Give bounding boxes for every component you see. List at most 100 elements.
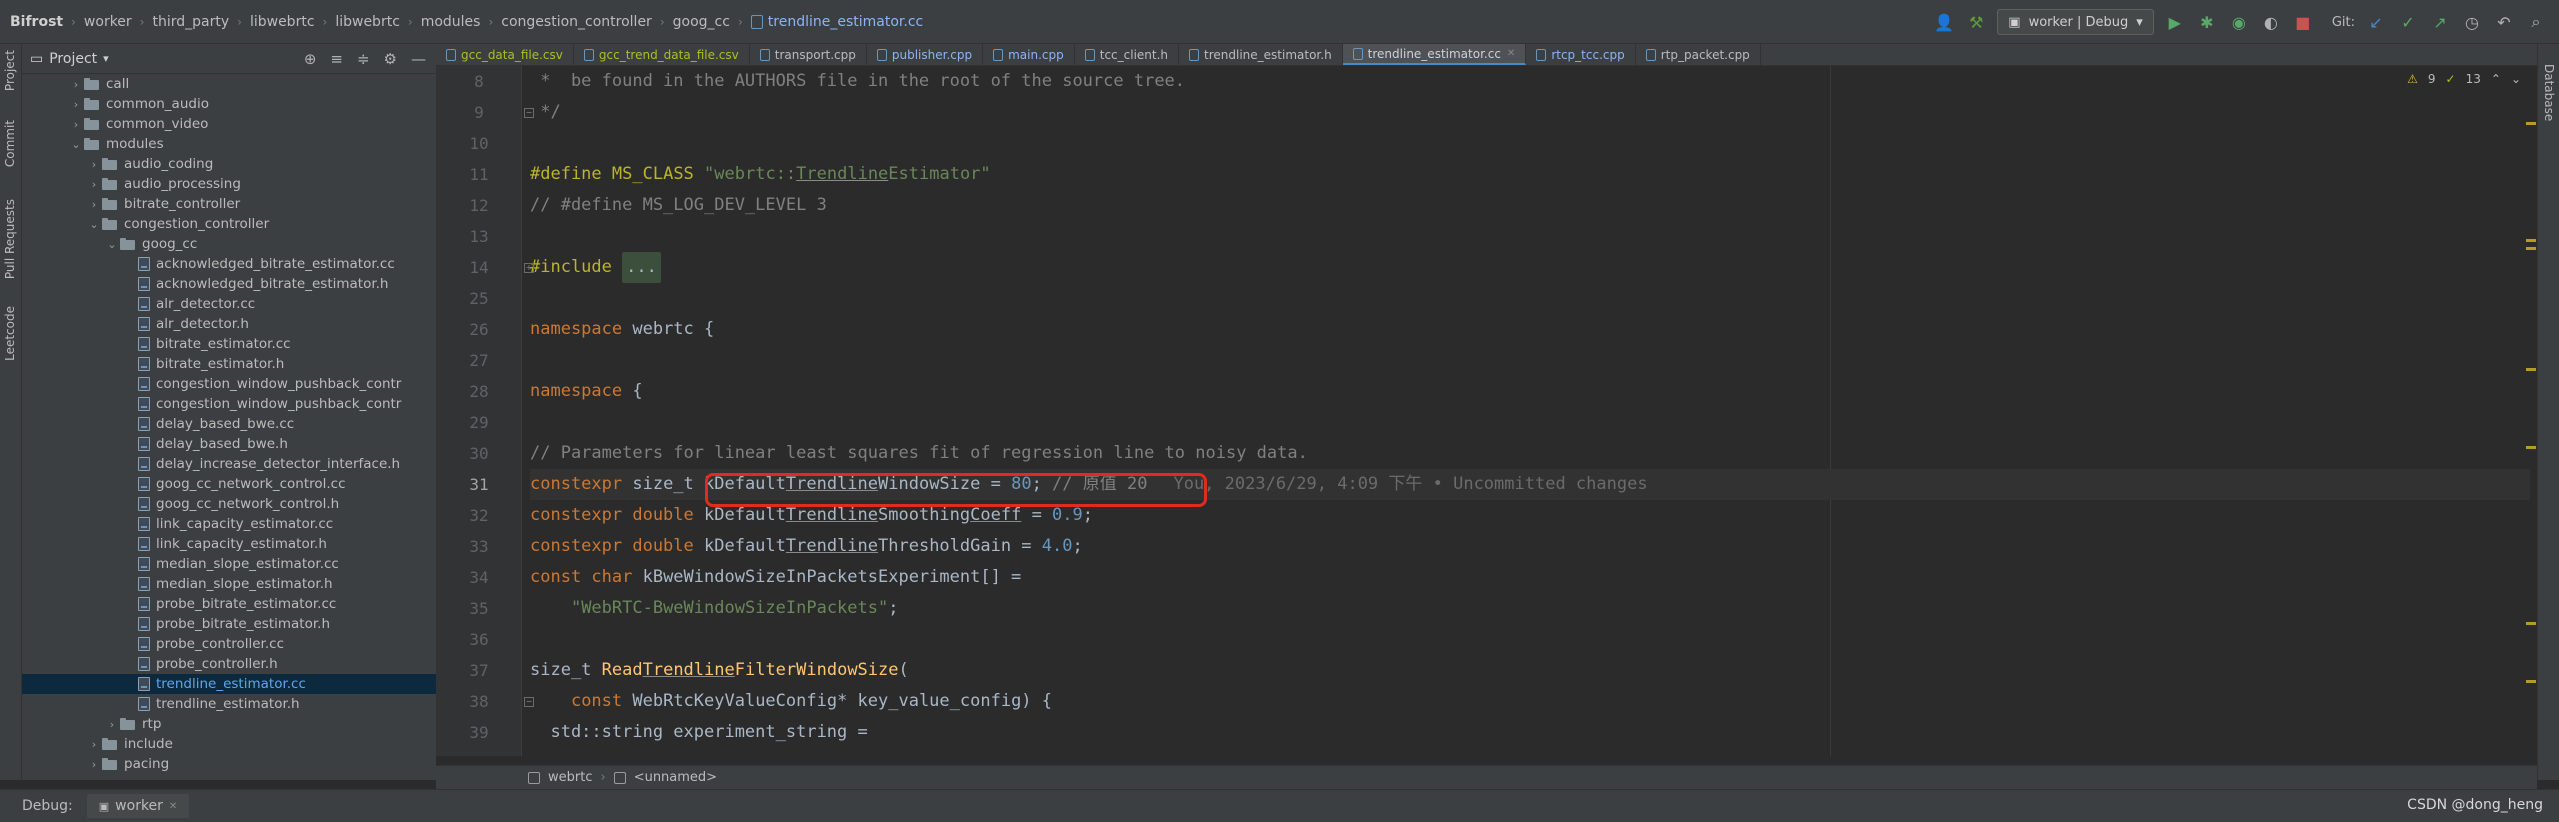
debug-bug-icon[interactable]: ✱ [2196,13,2218,32]
breadcrumb-libwebrtc-inner[interactable]: libwebrtc [335,14,400,30]
project-tool-tab[interactable]: Project [3,50,17,91]
database-tool-tab[interactable]: Database [2542,64,2556,121]
code-breadcrumb-namespace[interactable]: webrtc [548,770,592,785]
chevron-right-icon[interactable]: › [86,738,102,751]
line-number[interactable]: 37 [436,655,522,686]
code-line[interactable]: * be found in the AUTHORS file in the ro… [530,66,2530,97]
code-line[interactable]: #include ... [530,252,2530,283]
chevron-down-icon[interactable]: ⌄ [68,138,84,151]
line-number[interactable]: 31 [436,469,522,500]
tree-folder[interactable]: › include [22,734,436,754]
tree-file[interactable]: alr_detector.cc [22,294,436,314]
tree-file[interactable]: probe_controller.cc [22,634,436,654]
chevron-right-icon[interactable]: › [104,718,120,731]
chevron-down-icon[interactable]: ⌄ [86,218,102,231]
code-line[interactable]: std::string experiment_string = [530,717,2530,748]
error-stripe[interactable] [2526,66,2536,756]
line-number[interactable]: 29 [436,407,522,438]
tree-file[interactable]: delay_based_bwe.h [22,434,436,454]
stripe-mark[interactable] [2526,622,2536,625]
tree-folder[interactable]: ⌄ goog_cc [22,234,436,254]
line-number[interactable]: 8 [436,66,522,97]
run-icon[interactable]: ▶ [2164,13,2186,32]
chevron-right-icon[interactable]: › [68,118,84,131]
close-icon[interactable]: ✕ [1507,48,1515,59]
folded-region-button[interactable]: ... [622,252,661,283]
tree-file[interactable]: goog_cc_network_control.h [22,494,436,514]
tree-folder[interactable]: › audio_coding [22,154,436,174]
chevron-right-icon[interactable]: › [86,198,102,211]
stripe-mark[interactable] [2526,239,2536,242]
editor-tab[interactable]: main.cpp [983,44,1075,65]
tree-file[interactable]: median_slope_estimator.cc [22,554,436,574]
git-commit-icon[interactable]: ✓ [2397,13,2419,32]
code-line[interactable]: const char kBweWindowSizeInPacketsExperi… [530,562,2530,593]
pull-requests-tool-tab[interactable]: Pull Requests [3,199,17,279]
tree-folder[interactable]: › pacing [22,754,436,774]
line-number[interactable]: 35 [436,593,522,624]
breadcrumb-third-party[interactable]: third_party [152,14,229,30]
stripe-mark[interactable] [2526,247,2536,250]
line-number[interactable]: 28 [436,376,522,407]
stop-icon[interactable]: ■ [2292,13,2314,32]
tree-folder[interactable]: › call [22,74,436,94]
stripe-mark[interactable] [2526,680,2536,683]
chevron-up-icon[interactable]: ⌃ [2491,72,2501,86]
breadcrumb-goog-cc[interactable]: goog_cc [673,14,730,30]
tree-file[interactable]: probe_bitrate_estimator.h [22,614,436,634]
breadcrumb-project[interactable]: Bifrost [10,14,63,30]
hide-icon[interactable]: — [411,50,426,68]
user-icon[interactable]: 👤 [1933,13,1955,32]
chevron-down-icon[interactable]: ⌄ [104,238,120,251]
editor-tab[interactable]: rtp_packet.cpp [1636,44,1761,65]
tree-folder[interactable]: › bitrate_controller [22,194,436,214]
close-icon[interactable]: ✕ [169,801,177,812]
tree-file[interactable]: bitrate_estimator.h [22,354,436,374]
line-number[interactable]: 32 [436,500,522,531]
rollback-icon[interactable]: ↶ [2493,13,2515,32]
line-number[interactable]: 36 [436,624,522,655]
line-number[interactable]: 26 [436,314,522,345]
code-line[interactable] [530,221,2530,252]
tree-file[interactable]: goog_cc_network_control.cc [22,474,436,494]
code-line[interactable]: namespace webrtc { [530,314,2530,345]
breadcrumb-file[interactable]: trendline_estimator.cc [768,14,923,30]
chevron-right-icon[interactable]: › [68,98,84,111]
chevron-right-icon[interactable]: › [86,758,102,771]
breadcrumb-worker[interactable]: worker [84,14,132,30]
collapse-all-icon[interactable]: ≡ [330,50,343,68]
fold-marker-icon[interactable]: − [524,108,534,118]
editor-tab[interactable]: transport.cpp [750,44,867,65]
chevron-right-icon[interactable]: › [68,78,84,91]
tree-file[interactable]: acknowledged_bitrate_estimator.cc [22,254,436,274]
line-number[interactable]: 38 [436,686,522,717]
tree-folder[interactable]: ⌄ congestion_controller [22,214,436,234]
code-area[interactable]: * be found in the AUTHORS file in the ro… [530,66,2530,756]
tree-file[interactable]: trendline_estimator.cc [22,674,436,694]
code-line[interactable]: #define MS_CLASS "webrtc::TrendlineEstim… [530,159,2530,190]
inspection-widget[interactable]: ⚠ 9 ✓ 13 ⌃ ⌄ [2407,72,2521,86]
tree-file[interactable]: trendline_estimator.h [22,694,436,714]
breadcrumb-libwebrtc[interactable]: libwebrtc [250,14,315,30]
profile-icon[interactable]: ◐ [2260,13,2282,32]
editor-tab[interactable]: trendline_estimator.cc ✕ [1342,44,1527,65]
build-hammer-icon[interactable]: ⚒ [1965,13,1987,32]
line-number[interactable]: 11 [436,159,522,190]
breadcrumb-congestion-controller[interactable]: congestion_controller [501,14,652,30]
chevron-down-icon[interactable]: ▾ [103,52,109,65]
git-update-icon[interactable]: ↙ [2365,13,2387,32]
editor-tab[interactable]: gcc_trend_data_file.csv [574,44,750,65]
line-number[interactable]: 25 [436,283,522,314]
line-number[interactable]: 33 [436,531,522,562]
tree-folder[interactable]: › common_video [22,114,436,134]
code-line[interactable]: // Parameters for linear least squares f… [530,438,2530,469]
tree-file[interactable]: bitrate_estimator.cc [22,334,436,354]
tree-file[interactable]: probe_bitrate_estimator.cc [22,594,436,614]
tree-folder[interactable]: ⌄ modules [22,134,436,154]
tree-folder[interactable]: › rtp [22,714,436,734]
git-push-icon[interactable]: ↗ [2429,13,2451,32]
line-number-gutter[interactable]: 8 9 10 11 12 13 14 25 26 27 28 29 30 31 32 33 34 35 36 37 38… [436,66,522,756]
line-number[interactable]: 30 [436,438,522,469]
code-line[interactable]: size_t ReadTrendlineFilterWindowSize( [530,655,2530,686]
chevron-down-icon[interactable]: ⌄ [2511,72,2521,86]
